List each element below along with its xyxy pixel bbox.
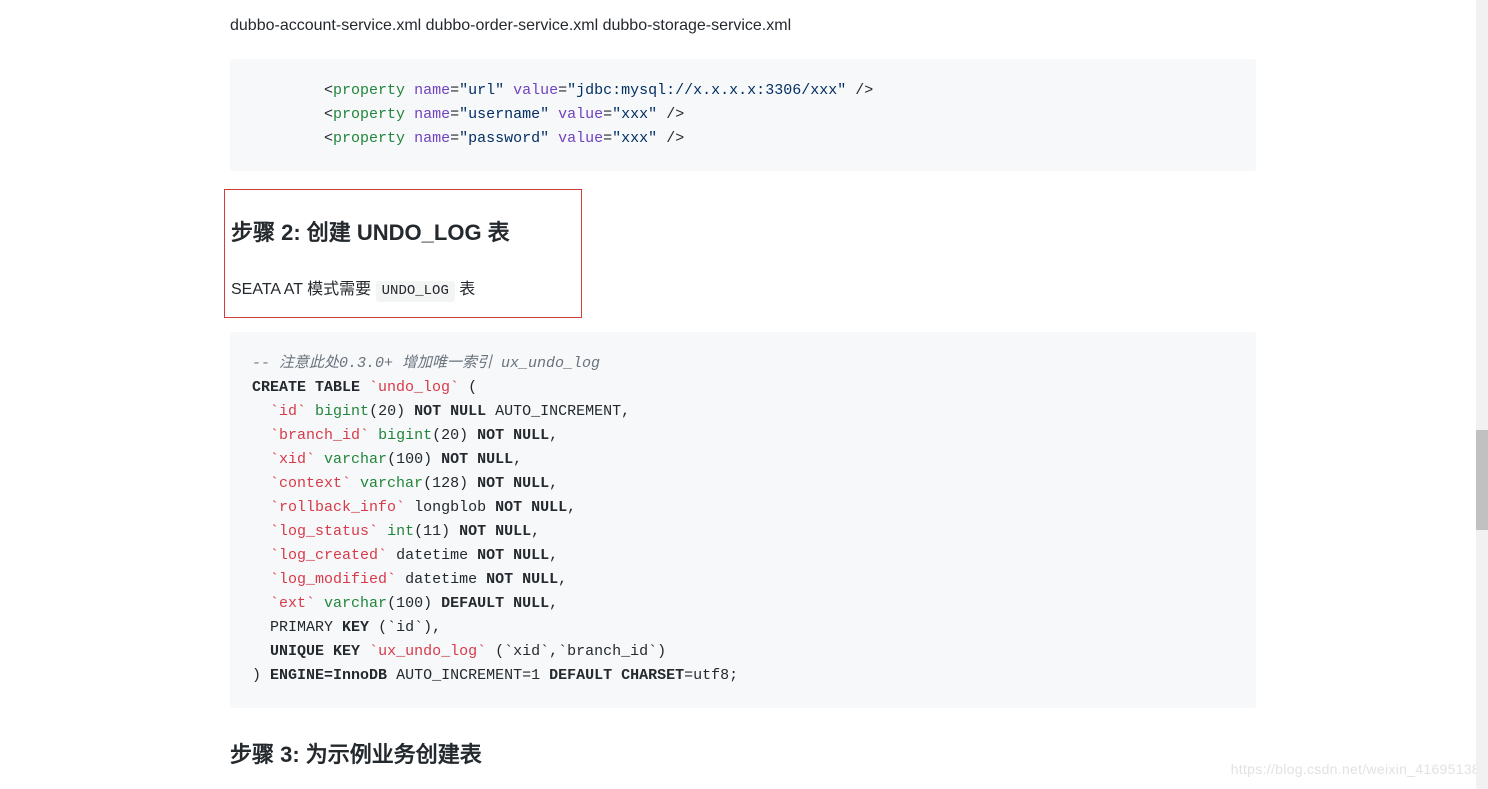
step2-text-after: 表	[455, 281, 475, 298]
step2-text-before: SEATA AT 模式需要	[231, 281, 376, 298]
step2-paragraph: SEATA AT 模式需要 UNDO_LOG 表	[231, 278, 571, 303]
intro-filenames: dubbo-account-service.xml dubbo-order-se…	[230, 14, 1256, 39]
step2-heading: 步骤 2: 创建 UNDO_LOG 表	[231, 216, 571, 250]
undo-log-inline-code: UNDO_LOG	[376, 281, 455, 302]
page-root: dubbo-account-service.xml dubbo-order-se…	[0, 0, 1488, 789]
content-column: dubbo-account-service.xml dubbo-order-se…	[230, 0, 1256, 772]
scrollbar-thumb[interactable]	[1476, 430, 1488, 530]
code-block-sql-undolog[interactable]: -- 注意此处0.3.0+ 增加唯一索引 ux_undo_log CREATE …	[230, 332, 1256, 708]
highlight-box: 步骤 2: 创建 UNDO_LOG 表 SEATA AT 模式需要 UNDO_L…	[224, 189, 582, 318]
code-block-xml-props[interactable]: <property name="url" value="jdbc:mysql:/…	[230, 59, 1256, 171]
watermark: https://blog.csdn.net/weixin_41695138	[1231, 759, 1480, 781]
scrollbar-track[interactable]	[1476, 0, 1488, 789]
step3-heading: 步骤 3: 为示例业务创建表	[230, 738, 1256, 772]
